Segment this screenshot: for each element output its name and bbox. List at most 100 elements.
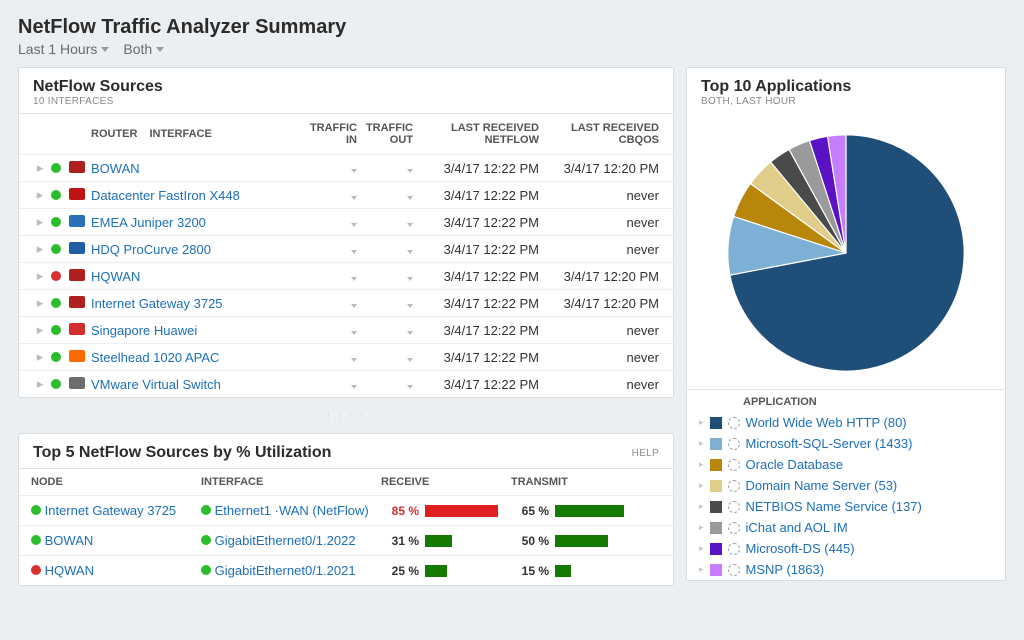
interface-link[interactable]: Steelhead 1020 APAC	[91, 350, 219, 365]
vendor-icon	[69, 323, 91, 338]
traffic-in-toggle[interactable]	[301, 188, 357, 203]
application-link[interactable]: Oracle Database	[746, 457, 844, 472]
expand-toggle[interactable]: ▸	[29, 322, 51, 338]
source-row: ▸VMware Virtual Switch3/4/17 12:22 PMnev…	[19, 370, 673, 397]
gear-icon[interactable]	[728, 480, 740, 492]
interface-link[interactable]: GigabitEthernet0/1.2021	[215, 563, 356, 578]
gear-icon[interactable]	[728, 522, 740, 534]
interface-link[interactable]: Internet Gateway 3725	[91, 296, 223, 311]
traffic-in-toggle[interactable]	[301, 269, 357, 284]
expand-toggle[interactable]: ▸	[699, 501, 704, 512]
application-link[interactable]: Microsoft-DS (445)	[746, 541, 855, 556]
last-netflow-value: 3/4/17 12:22 PM	[419, 269, 539, 284]
chevron-down-icon	[407, 331, 413, 335]
legend-swatch	[710, 459, 722, 471]
application-link[interactable]: Microsoft-SQL-Server (1433)	[746, 436, 913, 451]
expand-toggle[interactable]: ▸	[29, 160, 51, 176]
vendor-icon	[69, 242, 91, 257]
gear-icon[interactable]	[728, 543, 740, 555]
traffic-in-toggle[interactable]	[301, 377, 357, 392]
last-cbqos-value: never	[539, 323, 663, 338]
traffic-in-toggle[interactable]	[301, 161, 357, 176]
status-dot	[201, 535, 211, 545]
interface-link[interactable]: BOWAN	[91, 161, 140, 176]
expand-toggle[interactable]: ▸	[29, 295, 51, 311]
expand-toggle[interactable]: ▸	[699, 480, 704, 491]
expand-toggle[interactable]: ▸	[29, 268, 51, 284]
source-row: ▸HQWAN3/4/17 12:22 PM3/4/17 12:20 PM	[19, 262, 673, 289]
legend-swatch	[710, 543, 722, 555]
gear-icon[interactable]	[728, 501, 740, 513]
last-netflow-value: 3/4/17 12:22 PM	[419, 323, 539, 338]
expand-toggle[interactable]: ▸	[699, 417, 704, 428]
traffic-out-toggle[interactable]	[357, 161, 419, 176]
transmit-pct: 65 %	[511, 504, 549, 518]
node-link[interactable]: BOWAN	[45, 533, 94, 548]
expand-toggle[interactable]: ▸	[29, 187, 51, 203]
interface-link[interactable]: HQWAN	[91, 269, 140, 284]
traffic-in-toggle[interactable]	[301, 242, 357, 257]
col-last-cbqos: LAST RECEIVED CBQOS	[539, 122, 663, 146]
expand-toggle[interactable]: ▸	[699, 438, 704, 449]
expand-toggle[interactable]: ▸	[29, 349, 51, 365]
application-link[interactable]: Domain Name Server (53)	[746, 478, 898, 493]
time-range-dropdown[interactable]: Last 1 Hours	[18, 41, 109, 57]
expand-toggle[interactable]: ▸	[699, 564, 704, 575]
traffic-out-toggle[interactable]	[357, 296, 419, 311]
interface-link[interactable]: Datacenter FastIron X448	[91, 188, 240, 203]
expand-toggle[interactable]: ▸	[29, 241, 51, 257]
expand-toggle[interactable]: ▸	[699, 543, 704, 554]
node-link[interactable]: HQWAN	[45, 563, 94, 578]
traffic-out-toggle[interactable]	[357, 377, 419, 392]
app-row: ▸ Oracle Database	[687, 454, 1005, 475]
expand-toggle[interactable]: ▸	[699, 522, 704, 533]
status-dot	[31, 565, 41, 575]
gear-icon[interactable]	[728, 438, 740, 450]
chevron-down-icon	[407, 223, 413, 227]
direction-dropdown[interactable]: Both	[123, 41, 164, 57]
application-link[interactable]: iChat and AOL IM	[746, 520, 848, 535]
source-row: ▸Steelhead 1020 APAC3/4/17 12:22 PMnever	[19, 343, 673, 370]
traffic-out-toggle[interactable]	[357, 323, 419, 338]
source-row: ▸ Singapore Huawei 3/4/17 12:22 PMnever	[19, 316, 673, 343]
vendor-icon	[69, 215, 91, 230]
node-link[interactable]: Internet Gateway 3725	[45, 503, 177, 518]
interface-link[interactable]: VMware Virtual Switch	[91, 377, 221, 392]
traffic-out-toggle[interactable]	[357, 242, 419, 257]
last-cbqos-value: never	[539, 188, 663, 203]
traffic-out-toggle[interactable]	[357, 269, 419, 284]
gear-icon[interactable]	[728, 459, 740, 471]
application-link[interactable]: MSNP (1863)	[746, 562, 825, 577]
app-row: ▸ MSNP (1863)	[687, 559, 1005, 580]
panel-resize-grip[interactable]: ⋮⋮⋮⋮	[18, 408, 674, 423]
source-row: ▸Internet Gateway 37253/4/17 12:22 PM3/4…	[19, 289, 673, 316]
application-link[interactable]: NETBIOS Name Service (137)	[746, 499, 922, 514]
last-cbqos-value: never	[539, 377, 663, 392]
interface-link[interactable]: HDQ ProCurve 2800	[91, 242, 211, 257]
interface-link[interactable]: EMEA Juniper 3200	[91, 215, 206, 230]
traffic-in-toggle[interactable]	[301, 323, 357, 338]
expand-toggle[interactable]: ▸	[29, 376, 51, 392]
gear-icon[interactable]	[728, 564, 740, 576]
traffic-in-toggle[interactable]	[301, 215, 357, 230]
last-cbqos-value: 3/4/17 12:20 PM	[539, 296, 663, 311]
last-netflow-value: 3/4/17 12:22 PM	[419, 350, 539, 365]
status-dot	[51, 242, 69, 257]
traffic-out-toggle[interactable]	[357, 188, 419, 203]
traffic-in-toggle[interactable]	[301, 350, 357, 365]
chevron-down-icon	[101, 47, 109, 52]
expand-toggle[interactable]: ▸	[29, 214, 51, 230]
filter-bar: Last 1 Hours Both	[18, 41, 1006, 57]
time-range-label: Last 1 Hours	[18, 41, 97, 57]
interface-link[interactable]: Singapore Huawei	[91, 323, 197, 338]
help-link[interactable]: HELP	[632, 448, 659, 459]
expand-toggle[interactable]: ▸	[699, 459, 704, 470]
last-netflow-value: 3/4/17 12:22 PM	[419, 161, 539, 176]
traffic-in-toggle[interactable]	[301, 296, 357, 311]
traffic-out-toggle[interactable]	[357, 350, 419, 365]
traffic-out-toggle[interactable]	[357, 215, 419, 230]
interface-link[interactable]: Ethernet1 ·WAN (NetFlow)	[215, 503, 369, 518]
gear-icon[interactable]	[728, 417, 740, 429]
interface-link[interactable]: GigabitEthernet0/1.2022	[215, 533, 356, 548]
application-link[interactable]: World Wide Web HTTP (80)	[746, 415, 907, 430]
